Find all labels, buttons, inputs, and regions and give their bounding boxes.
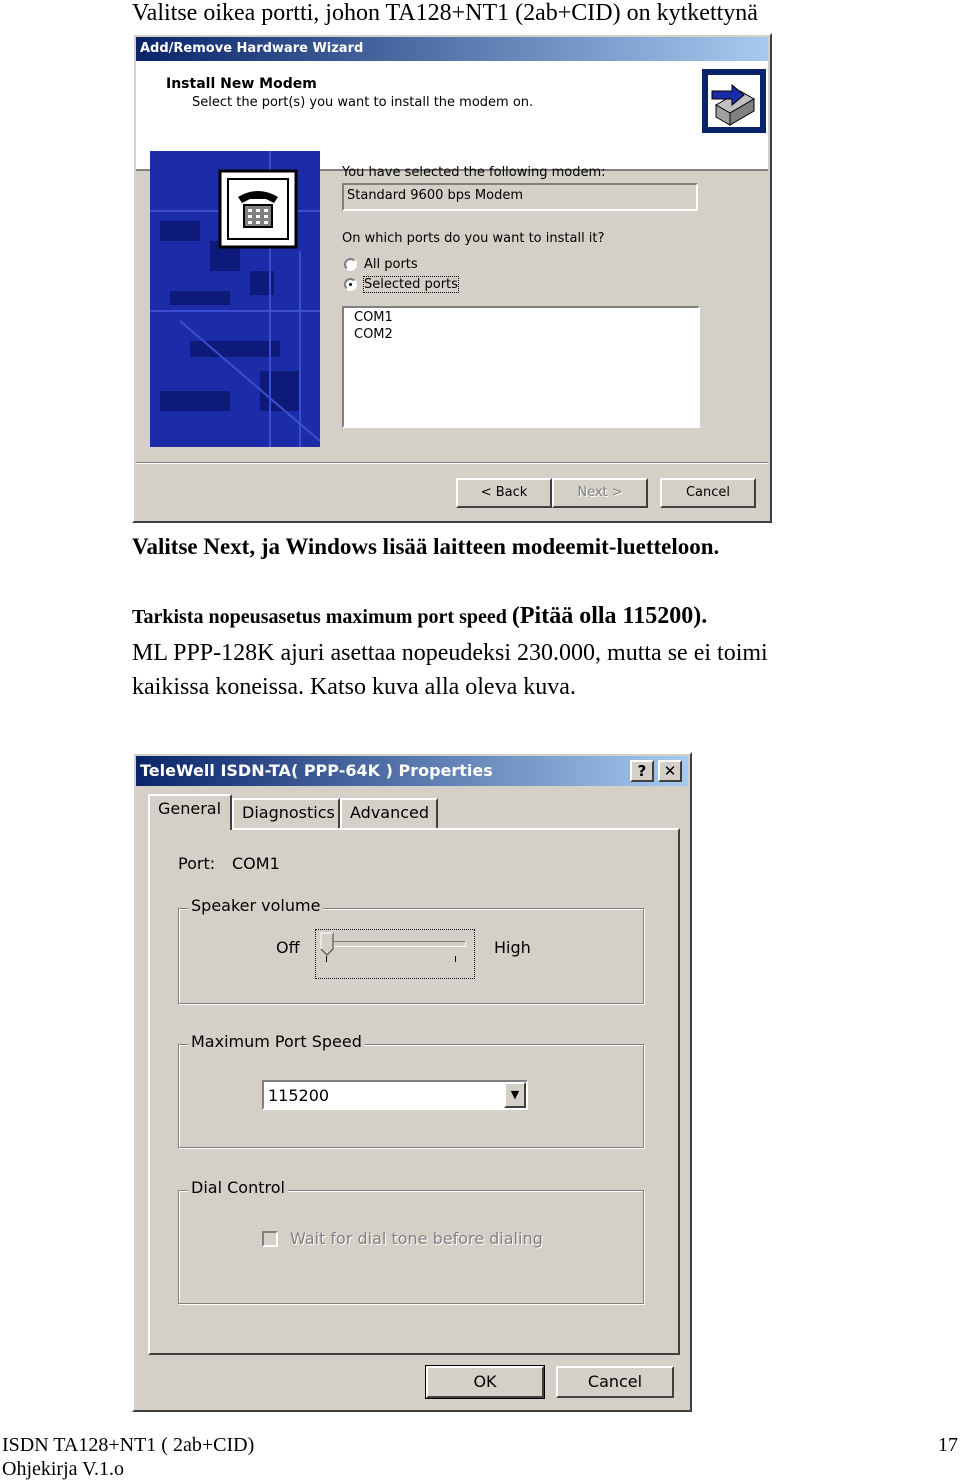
instruction-driver: ML PPP-128K ajuri asettaa nopeudeksi 230… (132, 640, 768, 666)
max-port-speed-select[interactable]: 115200 ▼ (262, 1080, 528, 1110)
hardware-wizard-icon (702, 69, 766, 133)
speaker-volume-label: Speaker volume (188, 896, 324, 915)
cancel-button[interactable]: Cancel (660, 478, 756, 508)
instruction-see-image: kaikissa koneissa. Katso kuva alla oleva… (132, 674, 576, 700)
wizard-title: Add/Remove Hardware Wizard (136, 37, 768, 61)
volume-off-label: Off (276, 938, 300, 957)
port-value: COM1 (232, 854, 280, 873)
speaker-volume-slider[interactable] (315, 929, 475, 979)
ok-button[interactable]: OK (425, 1365, 545, 1399)
selected-ports-radio[interactable] (344, 278, 357, 291)
selected-modem-value: Standard 9600 bps Modem (347, 188, 523, 203)
next-button[interactable]: Next > (552, 478, 648, 508)
close-button[interactable]: ✕ (658, 760, 682, 782)
port-list-item[interactable]: COM2 (354, 327, 393, 342)
page-number: 17 (938, 1434, 958, 1456)
dropdown-arrow-icon[interactable]: ▼ (504, 1082, 526, 1108)
ports-listbox[interactable]: COM1 COM2 (342, 306, 700, 428)
wait-dial-tone-checkbox[interactable] (262, 1231, 278, 1247)
max-port-speed-value: 115200 (268, 1086, 330, 1105)
instruction-speed: Tarkista nopeusasetus maximum port speed… (132, 603, 707, 630)
general-tab-panel: Port: COM1 Speaker volume Off High Maxim… (148, 828, 680, 1355)
slider-track (324, 941, 466, 947)
selected-modem-label: You have selected the following modem: (342, 165, 606, 180)
volume-high-label: High (494, 938, 531, 957)
modem-properties-dialog: TeleWell ISDN-TA( PPP-64K ) Properties ?… (132, 752, 692, 1412)
instruction-next: Valitse Next, ja Windows lisää laitteen … (132, 534, 720, 559)
slider-tick (455, 956, 456, 962)
cancel-button[interactable]: Cancel (556, 1366, 674, 1398)
port-label: Port: (178, 854, 216, 873)
tab-advanced[interactable]: Advanced (340, 798, 438, 828)
tab-diagnostics[interactable]: Diagnostics (232, 798, 340, 828)
wizard-divider (136, 462, 768, 464)
port-list-item[interactable]: COM1 (354, 310, 393, 325)
selected-ports-label[interactable]: Selected ports (363, 276, 459, 293)
dial-control-label: Dial Control (188, 1178, 288, 1197)
telephone-icon (232, 183, 284, 235)
wizard-header-subtitle: Select the port(s) you want to install t… (192, 95, 534, 110)
add-remove-hardware-wizard: Add/Remove Hardware Wizard Install New M… (132, 33, 772, 523)
selected-modem-field: Standard 9600 bps Modem (342, 183, 698, 211)
back-button[interactable]: < Back (456, 478, 552, 508)
all-ports-label[interactable]: All ports (364, 257, 418, 272)
help-button[interactable]: ? (630, 760, 654, 782)
instruction-speed-text: Tarkista nopeusasetus maximum port speed (132, 606, 512, 628)
slider-tick (326, 956, 327, 962)
wait-dial-tone-label[interactable]: Wait for dial tone before dialing (290, 1229, 543, 1248)
max-port-speed-label: Maximum Port Speed (188, 1032, 365, 1051)
slider-thumb[interactable] (320, 932, 334, 956)
footer-manual-version: Ohjekirja V.1.o (2, 1458, 125, 1480)
instruction-speed-value: (Pitää olla 115200). (511, 603, 708, 629)
footer-product: ISDN TA128+NT1 ( 2ab+CID) (2, 1434, 255, 1456)
tab-general[interactable]: General (148, 794, 232, 830)
properties-title: TeleWell ISDN-TA( PPP-64K ) Properties (136, 756, 688, 786)
wizard-sidebar-graphic (150, 151, 320, 447)
ports-question: On which ports do you want to install it… (342, 231, 605, 246)
instruction-heading: Valitse oikea portti, johon TA128+NT1 (2… (132, 0, 758, 26)
all-ports-radio[interactable] (344, 258, 357, 271)
wizard-header-title: Install New Modem (166, 76, 317, 92)
